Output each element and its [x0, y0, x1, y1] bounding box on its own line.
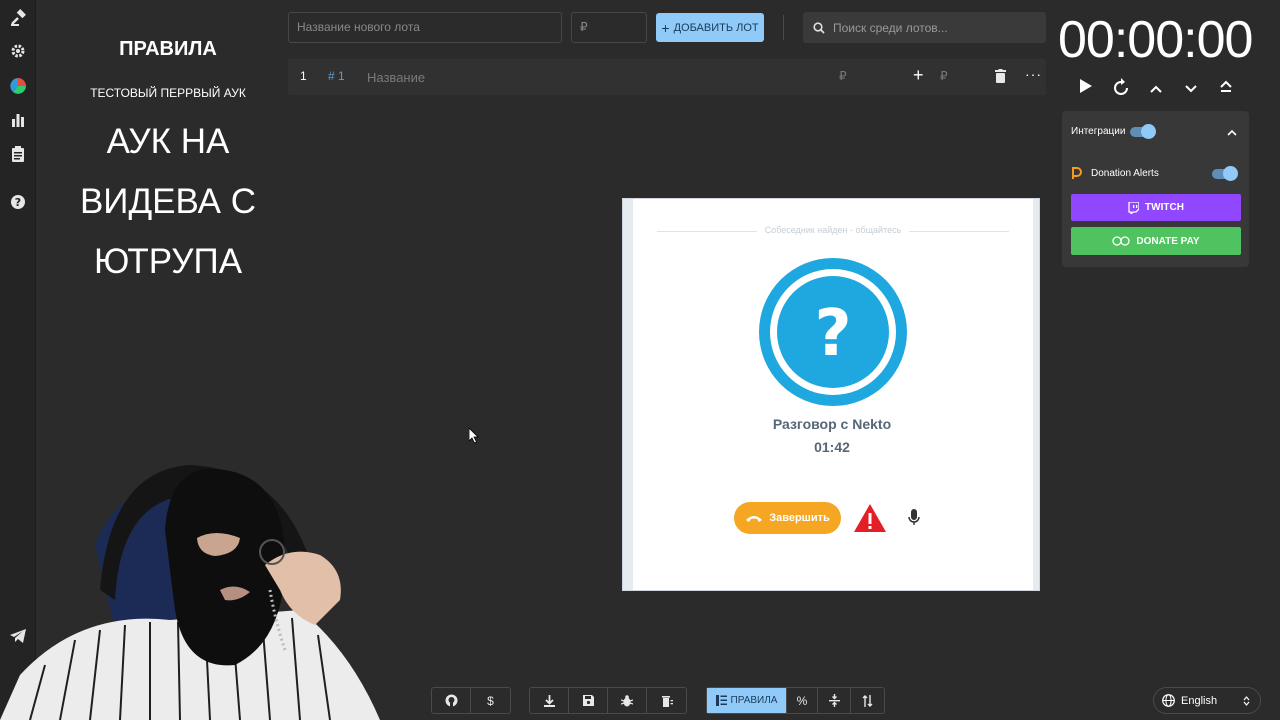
- question-avatar-icon: ?: [759, 258, 907, 406]
- chevron-down-icon[interactable]: [1180, 78, 1202, 100]
- search-placeholder: Поиск среди лотов...: [833, 20, 948, 35]
- end-call-button[interactable]: Завершить: [734, 502, 841, 534]
- rules-icon: [715, 695, 727, 706]
- chat-status: Собеседник найден - общайтесь: [657, 225, 1009, 235]
- rules-line: АУК НА: [106, 122, 230, 161]
- bar-chart-icon[interactable]: [8, 110, 28, 130]
- auction-hammer-icon[interactable]: [8, 8, 28, 28]
- donate-button[interactable]: $: [471, 688, 510, 713]
- rules-title: ПРАВИЛА: [119, 38, 217, 60]
- save-icon: [582, 695, 594, 706]
- chat-title: Разговор с Nekto: [772, 416, 892, 432]
- divider: [783, 15, 784, 40]
- twitch-icon: [1128, 201, 1140, 214]
- rules-line: ЮТРУПА: [93, 242, 243, 281]
- download-button[interactable]: [530, 688, 569, 713]
- search-icon: [813, 21, 825, 34]
- sort-icon: [862, 694, 873, 707]
- donation-alerts-label: Donation Alerts: [1091, 168, 1159, 179]
- window-edge: [1033, 199, 1039, 590]
- rules-toggle-button[interactable]: ПРАВИЛА: [707, 688, 787, 713]
- compact-view-button[interactable]: [818, 688, 851, 713]
- donation-alerts-icon: [1071, 166, 1083, 185]
- integrations-panel: Интеграции Donation Alerts TWITCH DONATE…: [1062, 111, 1249, 267]
- double-up-icon[interactable]: [1215, 78, 1237, 100]
- add-amount-icon[interactable]: +: [913, 65, 924, 86]
- add-lot-button[interactable]: + ДОБАВИТЬ ЛОТ: [656, 13, 764, 42]
- warning-icon[interactable]: [852, 502, 888, 534]
- trash-icon[interactable]: [995, 69, 1006, 86]
- search-input[interactable]: Поиск среди лотов...: [803, 12, 1046, 43]
- language-select[interactable]: English: [1153, 687, 1261, 714]
- microphone-icon[interactable]: [908, 509, 920, 526]
- lot-row: 1 # 1 Название ₽ + ₽ ···: [288, 59, 1046, 95]
- svg-text:?: ?: [814, 297, 851, 371]
- gear-icon[interactable]: [8, 41, 28, 61]
- donatepay-icon: [1112, 236, 1131, 246]
- toolbar-group-links: $: [431, 687, 511, 714]
- delete-sweep-icon: [661, 695, 673, 707]
- chat-timer: 01:42: [814, 439, 850, 455]
- rules-line: ВИДЕВА С: [79, 182, 257, 221]
- twitch-label: TWITCH: [1145, 202, 1184, 213]
- globe-icon: [1162, 694, 1175, 707]
- toolbar-group-view: ПРАВИЛА %: [706, 687, 885, 714]
- add-lot-label: ДОБАВИТЬ ЛОТ: [673, 21, 759, 34]
- lot-name-input[interactable]: Название нового лота: [288, 12, 562, 43]
- play-icon[interactable]: [1075, 78, 1097, 100]
- lot-name-field[interactable]: Название: [367, 70, 425, 85]
- language-value: English: [1181, 694, 1218, 707]
- rules-subtitle: ТЕСТОВЫЙ ПЕРРВЫЙ АУК: [90, 86, 246, 100]
- clear-lots-button[interactable]: [647, 688, 686, 713]
- compress-icon: [828, 694, 840, 707]
- window-edge: [623, 199, 633, 590]
- sort-button[interactable]: [851, 688, 884, 713]
- bug-report-button[interactable]: [608, 688, 647, 713]
- donation-alerts-toggle[interactable]: [1212, 166, 1238, 181]
- rules-toggle-label: ПРАВИЛА: [730, 695, 778, 706]
- lot-index: 1: [300, 69, 307, 83]
- hangup-icon: [746, 515, 763, 522]
- lot-amount-currency[interactable]: ₽: [839, 69, 847, 83]
- plus-icon: +: [661, 19, 670, 36]
- chevron-up-icon[interactable]: [1145, 78, 1167, 100]
- donatepay-button[interactable]: DONATE PAY: [1071, 227, 1241, 255]
- github-button[interactable]: [432, 688, 471, 713]
- percent-button[interactable]: %: [787, 688, 818, 713]
- download-icon: [543, 694, 555, 707]
- github-icon: [445, 694, 457, 707]
- integrations-label: Интеграции: [1071, 126, 1126, 137]
- donatepay-label: DONATE PAY: [1136, 235, 1200, 247]
- toolbar-group-files: [529, 687, 687, 714]
- lot-price-input[interactable]: ₽: [571, 12, 647, 43]
- integrations-toggle[interactable]: [1130, 124, 1156, 139]
- timer-display: 00:00:00: [1058, 11, 1253, 69]
- webcam-person-image: [0, 465, 380, 720]
- clipboard-icon[interactable]: [8, 144, 28, 164]
- end-call-label: Завершить: [769, 512, 830, 524]
- mouse-cursor-icon: [469, 428, 479, 444]
- save-button[interactable]: [569, 688, 608, 713]
- add-amount-currency[interactable]: ₽: [940, 69, 948, 83]
- rules-text: АУК НА ВИДЕВА С ЮТРУПА: [48, 112, 288, 292]
- nekto-chat-window: Собеседник найден - общайтесь ? Разговор…: [622, 198, 1040, 591]
- select-arrows-icon: [1243, 695, 1250, 706]
- pie-chart-icon[interactable]: [8, 76, 28, 96]
- svg-text:?: ?: [15, 196, 21, 209]
- bug-icon: [621, 694, 633, 706]
- help-icon[interactable]: ?: [8, 192, 28, 212]
- more-icon[interactable]: ···: [1025, 66, 1042, 82]
- twitch-button[interactable]: TWITCH: [1071, 194, 1241, 221]
- chevron-up-icon[interactable]: [1227, 123, 1237, 141]
- reset-icon[interactable]: [1110, 78, 1132, 100]
- lot-id: # 1: [328, 69, 345, 83]
